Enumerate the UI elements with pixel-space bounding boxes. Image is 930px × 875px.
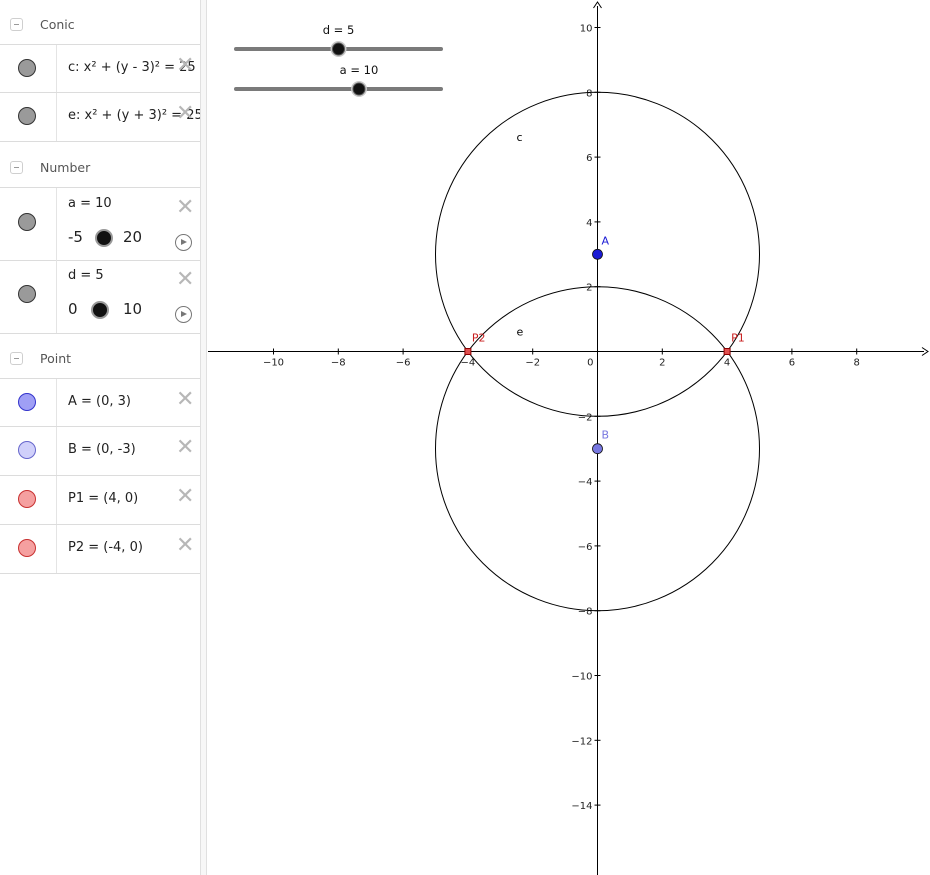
- delete-c-button[interactable]: ✕: [176, 55, 194, 77]
- y-tick-label: −2: [578, 412, 593, 423]
- algebra-row-d[interactable]: d = 5 0 10 ✕: [0, 260, 200, 334]
- point-label-P2: P2: [472, 332, 486, 345]
- collapse-number-button[interactable]: [10, 161, 23, 174]
- x-tick-label: 6: [789, 358, 795, 369]
- collapse-point-button[interactable]: [10, 352, 23, 365]
- visibility-toggle-B[interactable]: [18, 441, 36, 459]
- graphics-slider-handle[interactable]: [332, 42, 345, 56]
- y-tick-label: −8: [578, 607, 593, 618]
- algebra-row-P1[interactable]: P1 = (4, 0) ✕: [0, 476, 200, 525]
- visibility-toggle-A[interactable]: [18, 393, 36, 411]
- slider-d-max: 10: [123, 300, 143, 318]
- point-P1[interactable]: [723, 348, 731, 355]
- view-divider[interactable]: [200, 0, 207, 875]
- algebra-row-A[interactable]: A = (0, 3) ✕: [0, 378, 200, 427]
- graphics-view[interactable]: −10 −8 −6 −4 −2 0 2 4 6 8108642−2−4−6−8−10−12−14 …: [208, 0, 930, 875]
- expression-P2[interactable]: P2 = (-4, 0): [68, 540, 143, 555]
- expression-B[interactable]: B = (0, -3): [68, 442, 136, 457]
- graphics-slider-handle[interactable]: [352, 82, 366, 96]
- group-header-point: Point: [0, 336, 200, 380]
- visibility-toggle-c[interactable]: [18, 59, 36, 77]
- slider-a-max: 20: [123, 228, 143, 246]
- slider-a-min: -5: [68, 228, 83, 246]
- expression-d[interactable]: d = 5: [68, 268, 104, 283]
- y-tick-label: 8: [586, 88, 592, 99]
- algebra-row-B[interactable]: B = (0, -3) ✕: [0, 427, 200, 476]
- algebra-view: Conic c: x² + (y - 3)² = 25 ✕ e: x² + (y…: [0, 0, 201, 875]
- delete-d-button[interactable]: ✕: [176, 269, 194, 291]
- point-label-B: B: [602, 429, 610, 442]
- points-layer: A B P1 P2: [464, 234, 745, 455]
- visibility-toggle-P2[interactable]: [18, 539, 36, 557]
- graphics-slider-label: a = 10: [340, 63, 379, 77]
- y-tick-label: −10: [571, 672, 592, 683]
- y-tick-label: −6: [578, 542, 593, 553]
- play-a-button[interactable]: [175, 234, 192, 251]
- algebra-row-P2[interactable]: P2 = (-4, 0) ✕: [0, 525, 200, 574]
- y-tick-label: 6: [586, 153, 592, 164]
- visibility-toggle-a[interactable]: [18, 213, 36, 231]
- delete-A-button[interactable]: ✕: [176, 389, 194, 411]
- group-title-number: Number: [40, 160, 91, 175]
- y-tick-label: −14: [571, 801, 592, 812]
- delete-P2-button[interactable]: ✕: [176, 535, 194, 557]
- point-B[interactable]: [592, 443, 603, 455]
- point-label-P1: P1: [731, 332, 745, 345]
- y-tick-label: 10: [580, 24, 593, 35]
- y-tick-label: 2: [586, 283, 592, 294]
- algebra-row-c[interactable]: c: x² + (y - 3)² = 25 ✕: [0, 44, 200, 93]
- x-tick-label: −2: [525, 358, 540, 369]
- expression-A[interactable]: A = (0, 3): [68, 394, 131, 409]
- x-tick-label: −6: [396, 358, 411, 369]
- y-tick-label: −4: [578, 477, 593, 488]
- delete-a-button[interactable]: ✕: [176, 197, 194, 219]
- visibility-toggle-e[interactable]: [18, 107, 36, 125]
- expression-P1[interactable]: P1 = (4, 0): [68, 491, 138, 506]
- y-tick-label: 4: [586, 218, 592, 229]
- algebra-row-a[interactable]: a = 10 -5 20 ✕: [0, 187, 200, 261]
- point-label-A: A: [602, 234, 610, 247]
- play-d-button[interactable]: [175, 306, 192, 323]
- collapse-conic-button[interactable]: [10, 18, 23, 31]
- x-tick-label: 8: [854, 358, 860, 369]
- y-tick-label: −12: [571, 736, 592, 747]
- coordinate-axes: −10 −8 −6 −4 −2 0 2 4 6 8108642−2−4−6−8−10−12−14: [208, 1, 929, 875]
- delete-B-button[interactable]: ✕: [176, 437, 194, 459]
- conic-label-e: e: [517, 325, 524, 338]
- x-tick-label: 0: [587, 358, 593, 369]
- expression-a[interactable]: a = 10: [68, 196, 112, 211]
- slider-d-handle[interactable]: [91, 301, 109, 319]
- algebra-row-e[interactable]: e: x² + (y + 3)² = 25 ✕: [0, 93, 200, 142]
- slider-a-handle[interactable]: [95, 229, 113, 247]
- group-header-conic: Conic: [0, 2, 200, 46]
- group-title-point: Point: [40, 351, 72, 366]
- point-A[interactable]: [592, 248, 603, 260]
- delete-P1-button[interactable]: ✕: [176, 486, 194, 508]
- x-tick-label: 2: [659, 358, 665, 369]
- x-tick-label: −8: [331, 358, 346, 369]
- delete-e-button[interactable]: ✕: [176, 103, 194, 125]
- visibility-toggle-d[interactable]: [18, 285, 36, 303]
- conic-label-c: c: [517, 131, 523, 144]
- x-tick-label: 4: [724, 358, 730, 369]
- group-title-conic: Conic: [40, 17, 75, 32]
- point-P2[interactable]: [464, 348, 472, 355]
- group-header-number: Number: [0, 145, 200, 189]
- visibility-toggle-P1[interactable]: [18, 490, 36, 508]
- sliders-layer: d = 5 a = 10: [234, 23, 443, 97]
- x-tick-label: −10: [263, 358, 284, 369]
- graphics-slider-label: d = 5: [323, 23, 355, 37]
- slider-d-min: 0: [68, 300, 78, 318]
